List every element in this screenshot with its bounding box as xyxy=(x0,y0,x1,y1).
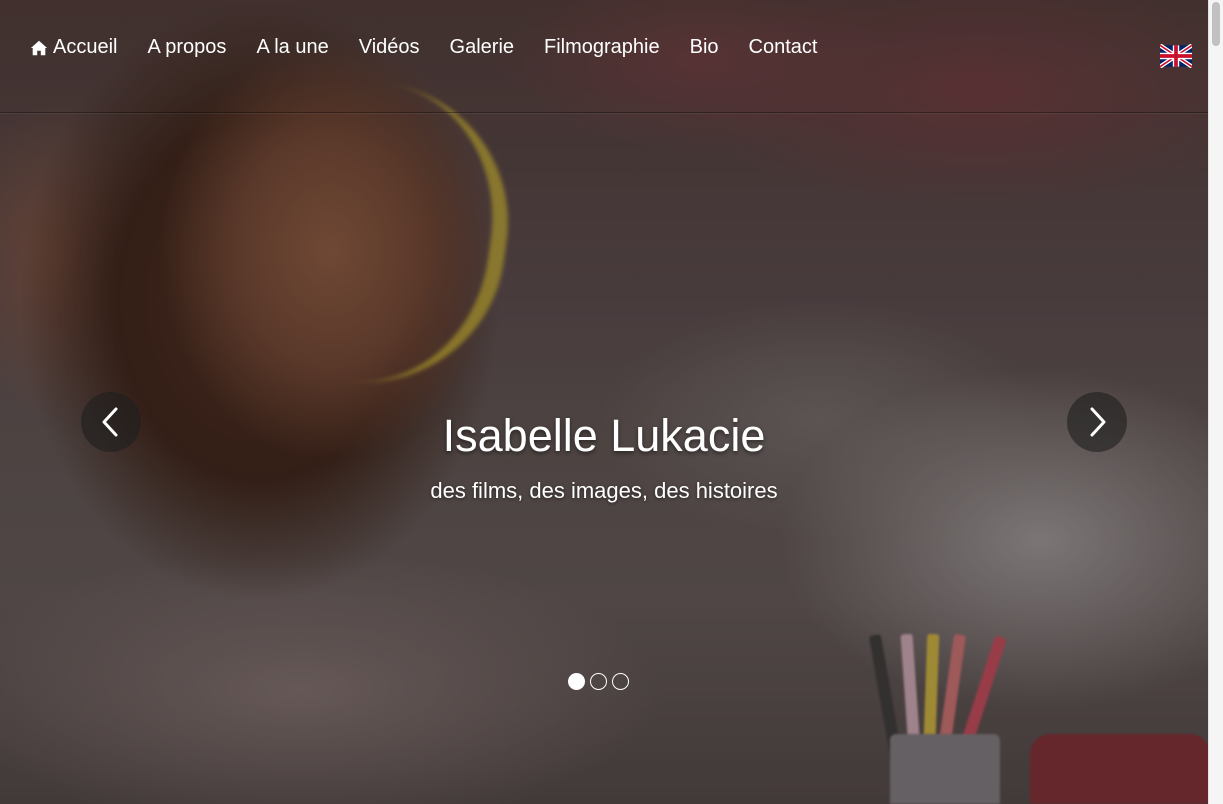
nav-item-label: Contact xyxy=(748,36,818,58)
nav-item-label: Vidéos xyxy=(358,36,420,58)
nav-item-bio[interactable]: Bio xyxy=(690,36,719,59)
page: Accueil A propos A la une Vidéos Galerie… xyxy=(0,0,1208,804)
carousel-indicator-3[interactable] xyxy=(612,673,629,690)
nav-menu: Accueil A propos A la une Vidéos Galerie… xyxy=(30,36,847,59)
carousel-indicators xyxy=(568,673,629,690)
nav-item-a-propos[interactable]: A propos xyxy=(147,36,226,59)
nav-item-videos[interactable]: Vidéos xyxy=(359,36,420,59)
carousel-title: Isabelle Lukacie xyxy=(442,410,766,461)
nav-item-label: A la une xyxy=(256,36,329,58)
nav-item-label: A propos xyxy=(147,36,227,58)
main-navbar: Accueil A propos A la une Vidéos Galerie… xyxy=(0,0,1208,113)
carousel-prev-button[interactable] xyxy=(81,392,141,452)
carousel-next-button[interactable] xyxy=(1067,392,1127,452)
nav-item-label: Accueil xyxy=(53,36,118,58)
nav-item-accueil[interactable]: Accueil xyxy=(30,36,117,59)
nav-item-a-la-une[interactable]: A la une xyxy=(256,36,328,59)
nav-item-contact[interactable]: Contact xyxy=(749,36,818,59)
chevron-right-icon xyxy=(1090,407,1106,437)
chevron-left-icon xyxy=(102,407,118,437)
uk-flag-icon[interactable] xyxy=(1160,44,1192,68)
nav-item-label: Galerie xyxy=(449,36,515,58)
nav-item-filmographie[interactable]: Filmographie xyxy=(544,36,660,59)
home-icon xyxy=(30,40,48,55)
nav-item-label: Filmographie xyxy=(544,36,660,58)
carousel-indicator-2[interactable] xyxy=(590,673,607,690)
scrollbar-thumb[interactable] xyxy=(1212,2,1220,46)
nav-item-galerie[interactable]: Galerie xyxy=(450,36,514,59)
carousel-subtitle: des films, des images, des histoires xyxy=(430,478,778,503)
carousel-indicator-1[interactable] xyxy=(568,673,585,690)
vertical-scrollbar[interactable] xyxy=(1208,0,1223,804)
nav-item-label: Bio xyxy=(689,36,719,58)
